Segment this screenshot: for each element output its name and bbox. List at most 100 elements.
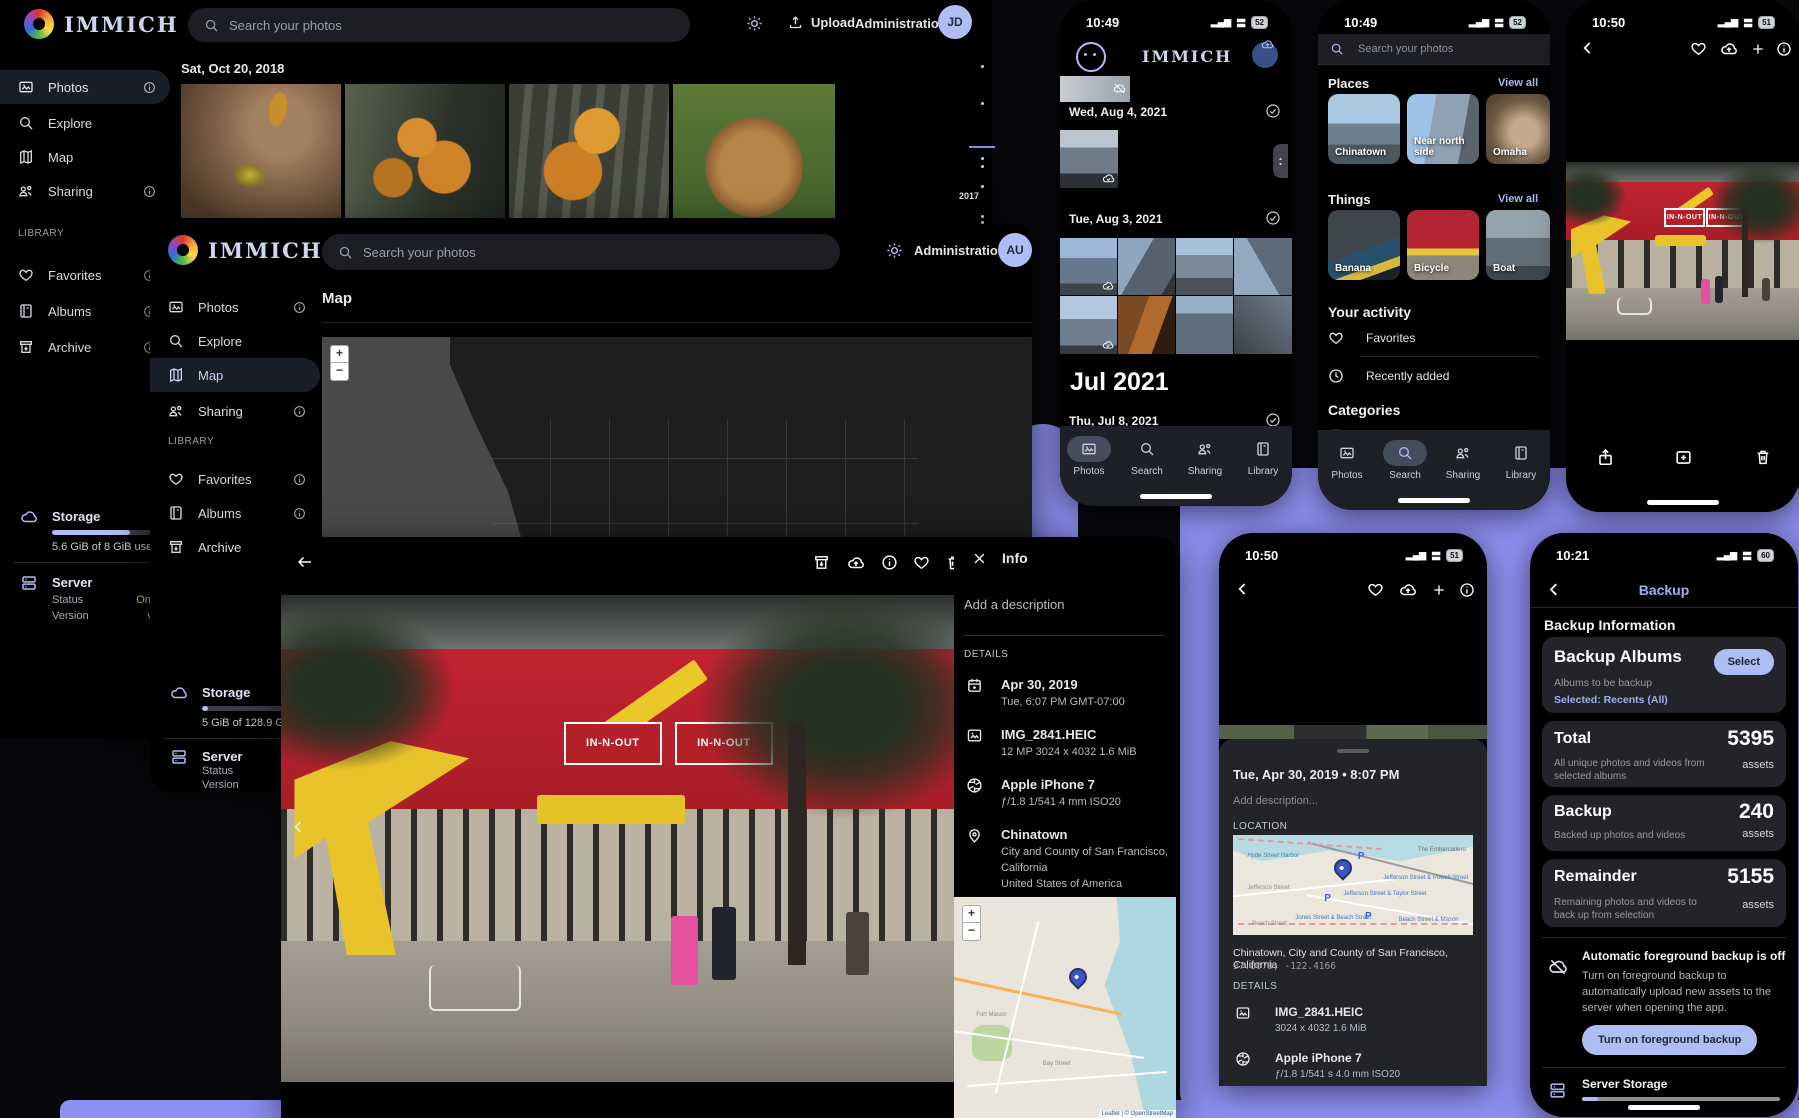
archive-button[interactable] [813, 554, 830, 571]
theme-toggle-icon[interactable] [746, 15, 763, 32]
immich-logo[interactable] [168, 235, 198, 265]
sidebar-item-map[interactable]: Map [150, 358, 320, 392]
thing-card-boat[interactable]: Boat [1486, 210, 1550, 280]
tab-search[interactable]: Search [1377, 440, 1433, 481]
sidebar-item-albums[interactable]: Albums [0, 296, 170, 326]
info-icon[interactable] [293, 301, 306, 314]
upload-button[interactable]: Upload [788, 15, 855, 30]
map-zoom-out-button[interactable]: − [962, 922, 981, 941]
places-view-all-link[interactable]: View all [1498, 77, 1538, 89]
info-button[interactable] [1459, 582, 1475, 598]
location-map[interactable]: Fort Mason Bay Street + − Leaflet | © Op… [954, 897, 1176, 1118]
sidebar-item-archive[interactable]: Archive [0, 332, 170, 362]
theme-toggle-icon[interactable] [886, 242, 903, 259]
photo-thumbnail[interactable] [1060, 296, 1117, 354]
back-button[interactable] [1580, 40, 1596, 56]
info-button[interactable] [1776, 41, 1792, 57]
favorite-button[interactable] [913, 554, 930, 571]
user-avatar[interactable]: AU [998, 233, 1032, 267]
thing-card-bicycle[interactable]: Bicycle [1407, 210, 1479, 280]
tab-library[interactable]: Library [1235, 436, 1291, 477]
info-icon[interactable] [293, 405, 306, 418]
close-info-button[interactable] [972, 551, 987, 566]
photo-thumbnail[interactable] [1234, 238, 1292, 295]
tab-search[interactable]: Search [1119, 436, 1175, 477]
download-cloud-button[interactable] [847, 554, 865, 572]
search-input[interactable]: Search your photos [1358, 43, 1453, 55]
scrubber-position-line[interactable] [969, 146, 995, 148]
sidebar-item-photos[interactable]: Photos [150, 292, 320, 322]
sidebar-item-sharing[interactable]: Sharing [0, 176, 170, 206]
administration-link[interactable]: Administration [914, 243, 1006, 258]
photo-thumbnail[interactable] [1176, 296, 1233, 354]
add-button[interactable] [1750, 41, 1766, 57]
search-input[interactable]: Search your photos [188, 8, 690, 42]
search-input[interactable]: Search your photos [322, 234, 840, 270]
place-card-near-north-side[interactable]: Near north side [1407, 94, 1479, 164]
photo-in-n-out[interactable]: IN-N-OUT IN-N-OUT [1566, 162, 1799, 340]
photo-thumbnail-mushroom-2[interactable] [345, 84, 505, 218]
tab-sharing[interactable]: Sharing [1177, 436, 1233, 477]
sidebar-item-sharing[interactable]: Sharing [150, 396, 320, 426]
photo-thumbnail[interactable] [1234, 296, 1292, 354]
info-icon[interactable] [143, 185, 156, 198]
photo-thumbnail[interactable] [1176, 238, 1233, 295]
user-avatar[interactable]: JD [938, 5, 972, 39]
tab-library[interactable]: Library [1493, 440, 1549, 481]
detail-row-location[interactable]: Chinatown City and County of San Francis… [966, 827, 1168, 890]
sidebar-item-explore[interactable]: Explore [0, 108, 170, 138]
photo-thumbnail[interactable] [1118, 296, 1175, 354]
location-map[interactable]: The Embarcadero Hyde Street Harbor Jeffe… [1233, 835, 1473, 935]
info-icon[interactable] [143, 81, 156, 94]
favorite-button[interactable] [1690, 40, 1707, 57]
upload-cloud-button[interactable] [1399, 581, 1417, 599]
map-zoom-out-button[interactable]: − [330, 362, 349, 381]
info-icon[interactable] [293, 473, 306, 486]
photo-thumbnail[interactable] [1060, 76, 1130, 102]
photo-in-n-out[interactable]: IN-N-OUT IN-N-OUT [281, 595, 954, 1082]
sidebar-item-explore[interactable]: Explore [150, 326, 320, 356]
back-button[interactable] [296, 553, 314, 571]
activity-favorites-row[interactable]: Favorites [1328, 330, 1415, 346]
add-to-album-button[interactable] [1674, 448, 1693, 467]
administration-link[interactable]: Administration [855, 16, 947, 31]
immich-face-logo[interactable] [1076, 42, 1106, 72]
add-button[interactable] [1431, 582, 1447, 598]
things-view-all-link[interactable]: View all [1498, 193, 1538, 205]
share-button[interactable] [1596, 448, 1615, 467]
tab-photos[interactable]: Photos [1319, 440, 1375, 481]
delete-button[interactable] [1754, 448, 1772, 466]
sidebar-item-photos[interactable]: Photos [0, 70, 170, 104]
back-button[interactable] [1235, 581, 1251, 597]
upload-cloud-button[interactable] [1720, 40, 1738, 58]
tab-sharing[interactable]: Sharing [1435, 440, 1491, 481]
sidebar-item-favorites[interactable]: Favorites [150, 464, 320, 494]
photo-thumbnail[interactable] [1060, 238, 1117, 295]
description-input[interactable]: Add a description [964, 597, 1064, 612]
select-group-checkbox[interactable] [1265, 210, 1281, 226]
activity-recent-row[interactable]: Recently added [1328, 368, 1449, 384]
place-card-omaha[interactable]: Omaha [1486, 94, 1550, 164]
sidebar-item-albums[interactable]: Albums [150, 498, 320, 528]
sidebar-item-favorites[interactable]: Favorites [0, 260, 170, 290]
place-card-chinatown[interactable]: Chinatown [1328, 94, 1400, 164]
select-albums-button[interactable]: Select [1714, 649, 1774, 675]
immich-logo[interactable] [24, 9, 54, 39]
description-input[interactable]: Add description... [1233, 795, 1318, 807]
sidebar-item-map[interactable]: Map [0, 142, 170, 172]
photo-thumbnail[interactable] [1060, 130, 1118, 188]
sheet-drag-handle[interactable] [1337, 749, 1369, 753]
photo-edge-sliver[interactable] [1219, 725, 1487, 739]
photo-thumbnail-mushroom-basket[interactable] [673, 84, 835, 218]
previous-photo-button[interactable] [291, 819, 307, 835]
photo-thumbnail-mushroom-3[interactable] [509, 84, 669, 218]
scrollbar-thumb[interactable] [1273, 144, 1288, 178]
info-button[interactable] [881, 554, 898, 571]
select-group-checkbox[interactable] [1265, 103, 1281, 119]
photo-thumbnail[interactable] [1118, 238, 1175, 295]
profile-avatar[interactable] [1252, 42, 1278, 68]
turn-on-foreground-backup-button[interactable]: Turn on foreground backup [1582, 1025, 1757, 1055]
map-attribution[interactable]: Leaflet | © OpenStreetMap [1099, 1110, 1176, 1118]
favorite-button[interactable] [1367, 581, 1384, 598]
info-icon[interactable] [293, 507, 306, 520]
